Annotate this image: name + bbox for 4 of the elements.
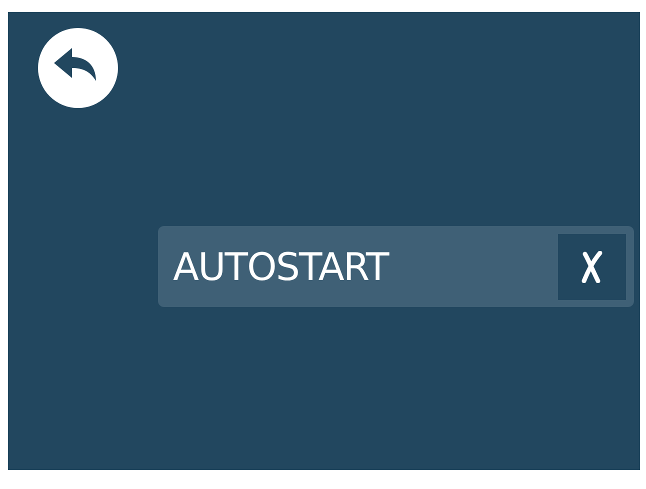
setting-label: AUTOSTART [173, 244, 388, 288]
back-arrow-icon [54, 47, 98, 83]
cross-icon [581, 250, 603, 282]
toggle-button[interactable] [558, 234, 626, 300]
